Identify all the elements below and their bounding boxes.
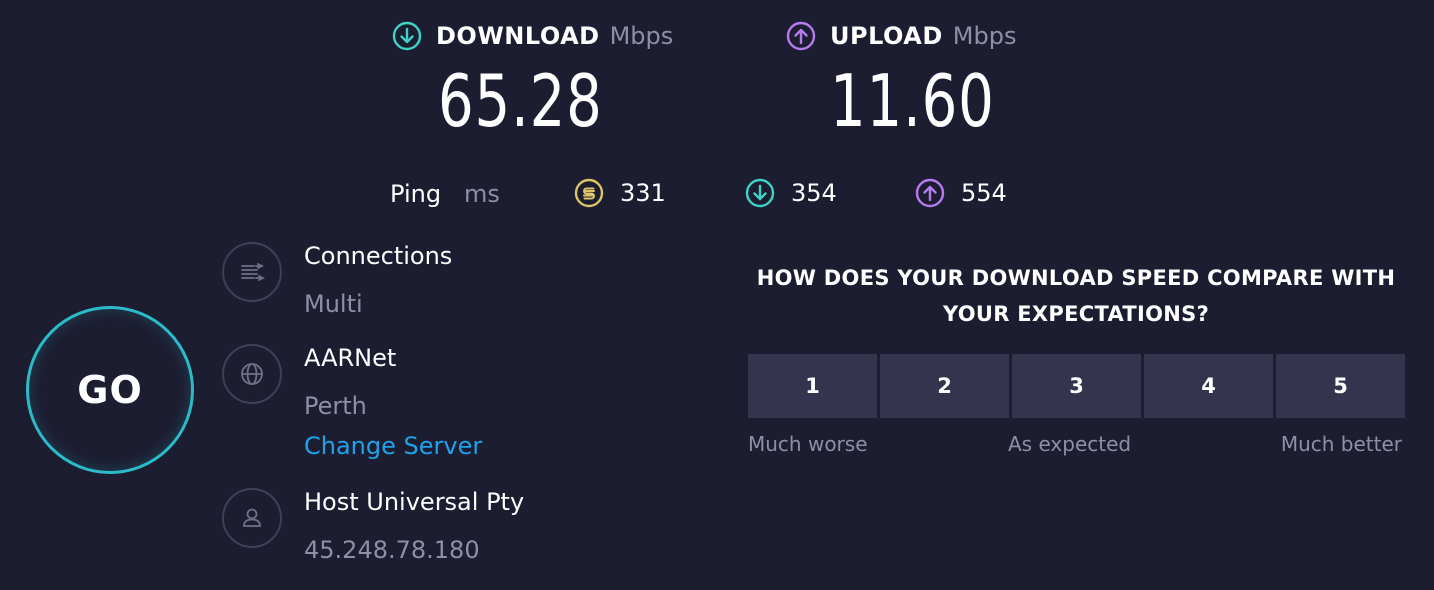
ping-idle-icon [574,178,604,208]
ping-row: Ping ms 331 354 554 [390,176,1090,216]
survey-question: HOW DOES YOUR DOWNLOAD SPEED COMPARE WIT… [756,266,1396,326]
ping-download-stat: 354 [745,178,837,208]
download-header: DOWNLOAD Mbps [392,18,673,54]
rating-button-4[interactable]: 4 [1144,354,1273,418]
server-name: AARNet [304,344,397,372]
connections-title: Connections [304,242,453,270]
rating-buttons: 1 2 3 4 5 [748,354,1405,418]
download-speed-value: 65.28 [438,59,603,143]
upload-label: UPLOAD [830,22,943,50]
ping-unit: ms [464,180,500,208]
download-arrow-icon [392,21,422,51]
connections-icon[interactable] [222,242,282,302]
upload-arrow-icon [786,21,816,51]
caption-much-better: Much better [1280,432,1402,456]
rating-button-2[interactable]: 2 [880,354,1009,418]
go-button-label: GO [77,368,143,412]
globe-icon [222,344,282,404]
caption-much-worse: Much worse [748,432,868,456]
ping-idle-value: 331 [620,179,666,207]
rating-button-1[interactable]: 1 [748,354,877,418]
upload-speed-value: 11.60 [830,59,995,143]
caption-as-expected: As expected [1008,432,1132,456]
rating-button-5[interactable]: 5 [1276,354,1405,418]
download-unit: Mbps [609,22,674,50]
upload-result: UPLOAD Mbps 11.60 [786,18,1041,146]
user-icon [222,488,282,548]
upload-header: UPLOAD Mbps [786,18,1041,54]
upload-unit: Mbps [952,22,1017,50]
change-server-link[interactable]: Change Server [304,432,482,460]
go-button[interactable]: GO [26,306,194,474]
ip-address: 45.248.78.180 [304,536,480,564]
rating-button-3[interactable]: 3 [1012,354,1141,418]
ping-idle-stat: 331 [574,178,666,208]
connections-value: Multi [304,290,363,318]
ping-upload-value: 554 [961,179,1007,207]
upload-arrow-icon [915,178,945,208]
ping-download-value: 354 [791,179,837,207]
download-result: DOWNLOAD Mbps 65.28 [392,18,673,146]
download-arrow-icon [745,178,775,208]
ping-upload-stat: 554 [915,178,1007,208]
server-location: Perth [304,392,367,420]
isp-name: Host Universal Pty [304,488,525,516]
rating-captions: Much worse As expected Much better [748,432,1404,462]
download-label: DOWNLOAD [436,22,600,50]
ping-label: Ping [390,180,442,208]
